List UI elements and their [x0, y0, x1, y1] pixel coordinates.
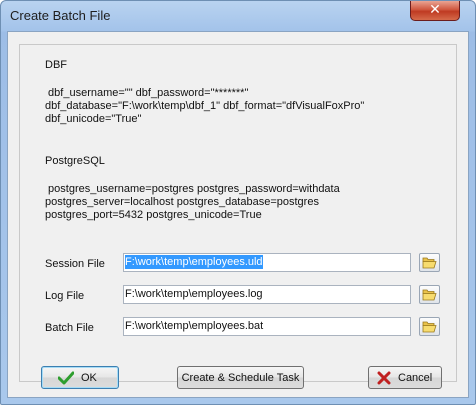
- postgres-line-2: postgres_server=localhost postgres_datab…: [45, 196, 319, 208]
- batch-file-label: Batch File: [45, 322, 94, 334]
- close-button[interactable]: ✕: [410, 1, 460, 21]
- dbf-line-2: dbf_database="F:\work\temp\dbf_1" dbf_fo…: [45, 100, 365, 112]
- session-file-input[interactable]: F:\work\temp\employees.uld: [123, 253, 411, 272]
- postgres-line-3: postgres_port=5432 postgres_unicode=True: [45, 209, 262, 221]
- batch-file-browse-button[interactable]: [419, 317, 440, 336]
- ok-button-label: OK: [81, 372, 97, 384]
- x-icon: [377, 371, 391, 385]
- create-schedule-task-button[interactable]: Create & Schedule Task: [177, 366, 304, 389]
- session-file-label: Session File: [45, 258, 105, 270]
- close-icon: ✕: [429, 2, 441, 18]
- session-file-value: F:\work\temp\employees.uld: [125, 255, 263, 269]
- batch-file-value: F:\work\temp\employees.bat: [125, 320, 264, 332]
- dialog-window: Create Batch File ✕ DBF dbf_username="" …: [0, 0, 476, 405]
- cancel-button-label: Cancel: [398, 372, 433, 384]
- create-schedule-task-label: Create & Schedule Task: [181, 372, 300, 384]
- settings-panel: DBF dbf_username="" dbf_password="******…: [19, 44, 457, 382]
- ok-button[interactable]: OK: [41, 366, 119, 389]
- folder-open-icon: [422, 321, 437, 333]
- window-title: Create Batch File: [10, 8, 111, 23]
- dialog-body: DBF dbf_username="" dbf_password="******…: [7, 31, 469, 398]
- batch-file-input[interactable]: F:\work\temp\employees.bat: [123, 317, 411, 336]
- dbf-heading: DBF: [45, 59, 67, 71]
- folder-open-icon: [422, 257, 437, 269]
- log-file-browse-button[interactable]: [419, 285, 440, 304]
- postgres-heading: PostgreSQL: [45, 155, 105, 167]
- folder-open-icon: [422, 289, 437, 301]
- log-file-input[interactable]: F:\work\temp\employees.log: [123, 285, 411, 304]
- log-file-value: F:\work\temp\employees.log: [125, 288, 263, 300]
- title-bar[interactable]: Create Batch File ✕: [1, 1, 475, 31]
- checkmark-icon: [58, 371, 74, 385]
- dbf-line-1: dbf_username="" dbf_password="*******": [45, 87, 249, 99]
- dbf-line-3: dbf_unicode="True": [45, 113, 142, 125]
- postgres-line-1: postgres_username=postgres postgres_pass…: [45, 183, 340, 195]
- cancel-button[interactable]: Cancel: [368, 366, 442, 389]
- log-file-label: Log File: [45, 290, 85, 302]
- session-file-browse-button[interactable]: [419, 253, 440, 272]
